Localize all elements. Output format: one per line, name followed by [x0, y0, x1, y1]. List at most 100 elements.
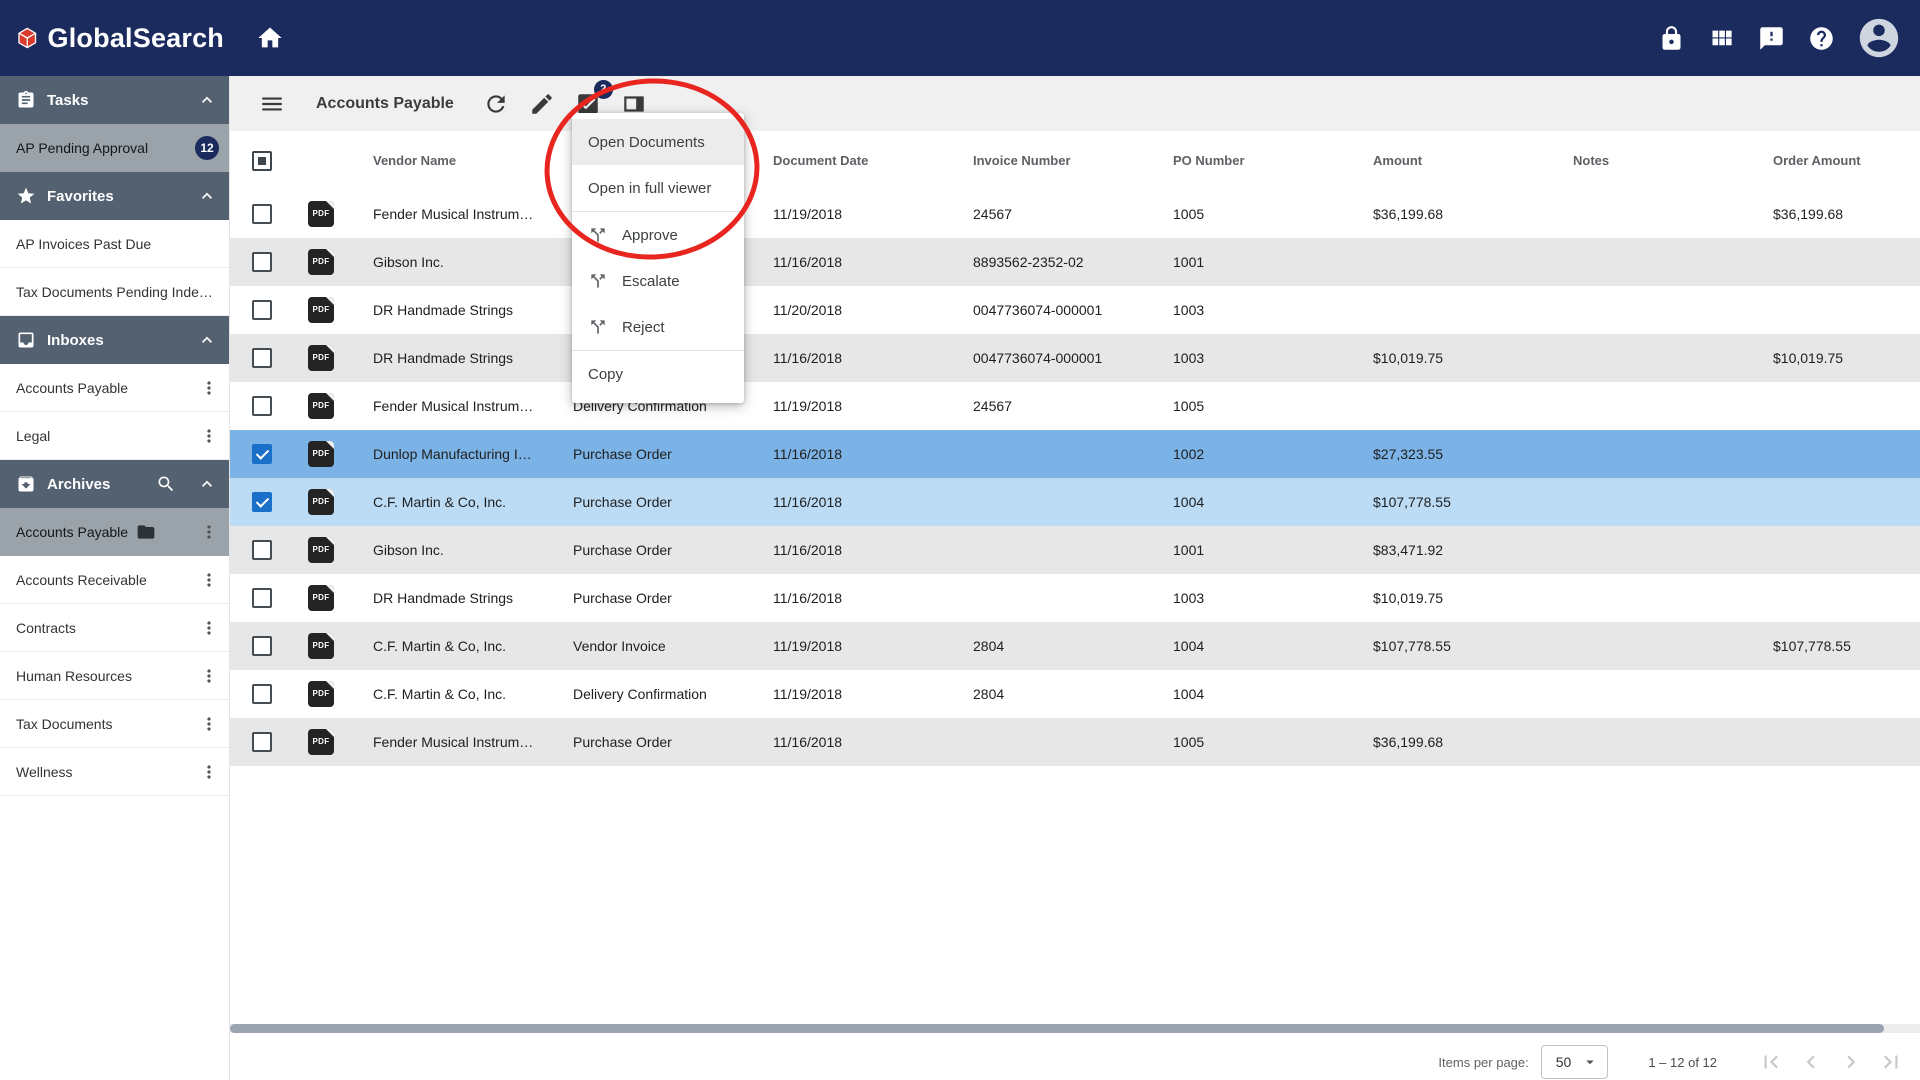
- prev-page-button[interactable]: [1797, 1048, 1825, 1076]
- column-header-notes[interactable]: Notes: [1554, 153, 1754, 168]
- row-checkbox-cell: [230, 540, 294, 560]
- row-checkbox[interactable]: [252, 348, 272, 368]
- pdf-icon[interactable]: PDF: [308, 489, 334, 515]
- items-per-page-select[interactable]: 50: [1540, 1045, 1609, 1079]
- cell-amount: $107,778.55: [1373, 638, 1451, 654]
- kebab-menu-icon[interactable]: [199, 618, 219, 638]
- edit-button[interactable]: [526, 88, 558, 120]
- user-avatar-button[interactable]: [1856, 15, 1902, 61]
- cell-vendor: C.F. Martin & Co, Inc.: [373, 686, 507, 702]
- table-row[interactable]: PDF Gibson Inc. Purchase Order 11/16/2018 10…: [230, 526, 1920, 574]
- row-checkbox[interactable]: [252, 396, 272, 416]
- sidebar-item-legal[interactable]: Legal: [0, 412, 229, 460]
- row-checkbox[interactable]: [252, 636, 272, 656]
- kebab-menu-icon[interactable]: [199, 522, 219, 542]
- kebab-menu-icon[interactable]: [199, 378, 219, 398]
- sidebar-section-tasks[interactable]: Tasks: [0, 76, 229, 124]
- select-all-checkbox[interactable]: [252, 150, 272, 171]
- table-row[interactable]: PDF DR Handmade Strings 11/16/2018 00477360…: [230, 334, 1920, 382]
- row-checkbox[interactable]: [252, 540, 272, 560]
- first-page-button[interactable]: [1757, 1048, 1785, 1076]
- menu-item-open-in-full-viewer[interactable]: Open in full viewer: [572, 165, 744, 211]
- last-page-button[interactable]: [1877, 1048, 1905, 1076]
- table-row[interactable]: PDF Fender Musical Instrum… Delivery Confi…: [230, 382, 1920, 430]
- table-row[interactable]: PDF Fender Musical Instrum… 11/19/2018 2456…: [230, 190, 1920, 238]
- menu-item-escalate[interactable]: Escalate: [572, 258, 744, 304]
- pdf-icon[interactable]: PDF: [308, 585, 334, 611]
- sidebar-section-inboxes[interactable]: Inboxes: [0, 316, 229, 364]
- row-checkbox[interactable]: [252, 588, 272, 608]
- column-header-amount[interactable]: Amount: [1354, 153, 1554, 168]
- folder-icon: [137, 524, 155, 539]
- next-page-button[interactable]: [1837, 1048, 1865, 1076]
- pdf-icon[interactable]: PDF: [308, 729, 334, 755]
- pdf-icon[interactable]: PDF: [308, 249, 334, 275]
- table-row[interactable]: PDF C.F. Martin & Co, Inc. Purchase Order 1…: [230, 478, 1920, 526]
- scrollbar-thumb[interactable]: [230, 1024, 1884, 1033]
- feedback-button[interactable]: [1756, 23, 1786, 53]
- kebab-menu-icon[interactable]: [199, 426, 219, 446]
- row-checkbox[interactable]: [252, 732, 272, 752]
- cell-invoice-number: 2804: [973, 638, 1005, 654]
- kebab-icon: [207, 764, 211, 779]
- kebab-menu-icon[interactable]: [199, 714, 219, 734]
- table-row[interactable]: PDF C.F. Martin & Co, Inc. Delivery Confir…: [230, 670, 1920, 718]
- menu-item-reject[interactable]: Reject: [572, 304, 744, 350]
- pdf-icon[interactable]: PDF: [308, 537, 334, 563]
- pdf-icon[interactable]: PDF: [308, 393, 334, 419]
- search-icon[interactable]: [156, 474, 176, 494]
- sidebar-section-favorites[interactable]: Favorites: [0, 172, 229, 220]
- sidebar-item-contracts[interactable]: Contracts: [0, 604, 229, 652]
- pdf-icon[interactable]: PDF: [308, 345, 334, 371]
- sidebar-item-accounts-payable[interactable]: Accounts Payable: [0, 508, 229, 556]
- sidebar-item-accounts-payable[interactable]: Accounts Payable: [0, 364, 229, 412]
- table-row[interactable]: PDF Dunlop Manufacturing I… Purchase Order…: [230, 430, 1920, 478]
- column-header-invoice-number[interactable]: Invoice Number: [954, 153, 1154, 168]
- topbar: GlobalSearch: [0, 0, 1920, 76]
- column-header-vendor-name[interactable]: Vendor Name: [348, 153, 554, 168]
- hamburger-menu-button[interactable]: [256, 88, 288, 120]
- pdf-icon[interactable]: PDF: [308, 201, 334, 227]
- sidebar-item-tax-documents-pending-inde[interactable]: Tax Documents Pending Inde…: [0, 268, 229, 316]
- sidebar-item-accounts-receivable[interactable]: Accounts Receivable: [0, 556, 229, 604]
- sidebar-item-wellness[interactable]: Wellness: [0, 748, 229, 796]
- sidebar-section-archives[interactable]: Archives: [0, 460, 229, 508]
- sidebar-item-human-resources[interactable]: Human Resources: [0, 652, 229, 700]
- column-header-order-amount[interactable]: Order Amount: [1754, 153, 1920, 168]
- refresh-button[interactable]: [480, 88, 512, 120]
- table-row[interactable]: PDF DR Handmade Strings Purchase Order 11/1…: [230, 574, 1920, 622]
- menu-item-approve[interactable]: Approve: [572, 212, 744, 258]
- sidebar-item-tax-documents[interactable]: Tax Documents: [0, 700, 229, 748]
- row-checkbox[interactable]: [252, 684, 272, 704]
- row-checkbox[interactable]: [252, 444, 272, 464]
- row-checkbox[interactable]: [252, 204, 272, 224]
- help-button[interactable]: [1806, 23, 1836, 53]
- table-row[interactable]: PDF C.F. Martin & Co, Inc. Vendor Invoice 1…: [230, 622, 1920, 670]
- cell-doc-date: 11/19/2018: [773, 686, 843, 702]
- kebab-menu-icon[interactable]: [199, 570, 219, 590]
- table-row[interactable]: PDF DR Handmade Strings 11/20/2018 00477360…: [230, 286, 1920, 334]
- view-module-button[interactable]: [1706, 23, 1736, 53]
- pdf-icon[interactable]: PDF: [308, 441, 334, 467]
- table-row[interactable]: PDF Fender Musical Instrum… Purchase Order…: [230, 718, 1920, 766]
- pdf-icon[interactable]: PDF: [308, 633, 334, 659]
- kebab-menu-icon[interactable]: [199, 666, 219, 686]
- row-checkbox[interactable]: [252, 300, 272, 320]
- horizontal-scrollbar[interactable]: [230, 1024, 1920, 1033]
- menu-item-open-documents[interactable]: Open Documents: [572, 119, 744, 165]
- sidebar-item-ap-pending-approval[interactable]: AP Pending Approval 12: [0, 124, 229, 172]
- pdf-icon[interactable]: PDF: [308, 681, 334, 707]
- pdf-icon[interactable]: PDF: [308, 297, 334, 323]
- column-header-document-date[interactable]: Document Date: [754, 153, 954, 168]
- table-row[interactable]: PDF Gibson Inc. 11/16/2018 8893562-2352-02 1…: [230, 238, 1920, 286]
- column-header-po-number[interactable]: PO Number: [1154, 153, 1354, 168]
- menu-item-copy[interactable]: Copy: [572, 351, 744, 397]
- row-pdf-cell: PDF: [294, 633, 348, 659]
- row-checkbox[interactable]: [252, 492, 272, 512]
- kebab-menu-icon[interactable]: [199, 762, 219, 782]
- row-checkbox[interactable]: [252, 252, 272, 272]
- lock-button[interactable]: [1656, 23, 1686, 53]
- inbox-icon: [18, 332, 34, 348]
- home-button[interactable]: [256, 21, 290, 55]
- sidebar-item-ap-invoices-past-due[interactable]: AP Invoices Past Due: [0, 220, 229, 268]
